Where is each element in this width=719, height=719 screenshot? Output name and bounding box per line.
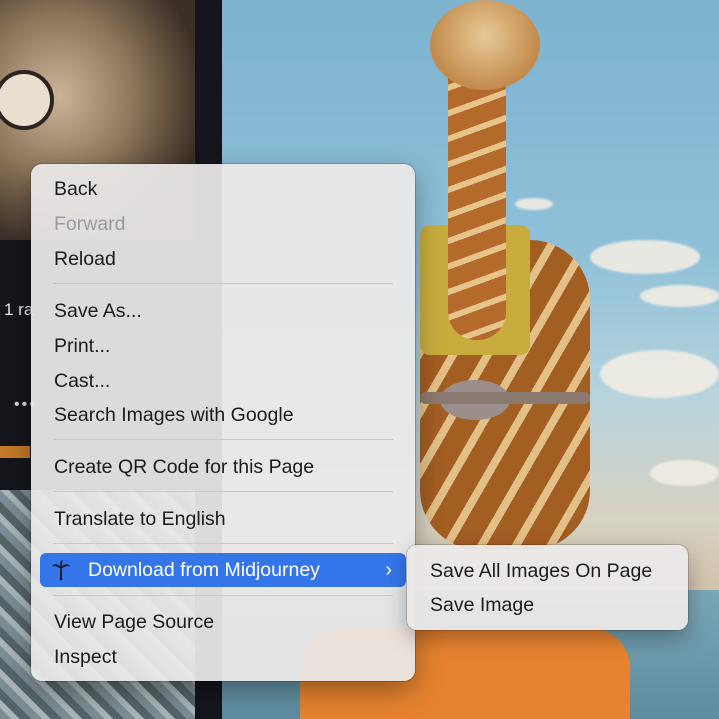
menu-item-back[interactable]: Back: [40, 172, 406, 206]
image-caption: 1 ra: [4, 300, 34, 319]
menu-item-view-source[interactable]: View Page Source: [40, 605, 406, 639]
menu-item-save-as[interactable]: Save As...: [40, 294, 406, 328]
cloud: [600, 350, 719, 398]
cloud: [650, 460, 719, 486]
menu-separator: [53, 595, 393, 596]
car-number-badge: [0, 70, 54, 130]
menu-item-search-images-google[interactable]: Search Images with Google: [40, 398, 406, 432]
download-submenu: Save All Images On Page Save Image: [407, 545, 688, 630]
giraffe-head: [430, 0, 540, 90]
menu-item-forward: Forward: [54, 213, 126, 235]
accent-strip: [0, 446, 30, 458]
submenu-item-save-all-images[interactable]: Save All Images On Page: [416, 554, 679, 588]
palm-tree-icon: [51, 559, 71, 581]
menu-item-download-midjourney[interactable]: Download from Midjourney ›: [40, 553, 406, 587]
menu-item-print[interactable]: Print...: [40, 329, 406, 363]
submenu-item-save-image[interactable]: Save Image: [416, 588, 679, 622]
cloud: [590, 240, 700, 274]
menu-item-translate[interactable]: Translate to English: [40, 502, 406, 536]
cloud: [515, 198, 553, 210]
chevron-right-icon: ›: [385, 559, 392, 581]
menu-item-cast[interactable]: Cast...: [40, 364, 406, 398]
menu-separator: [53, 283, 393, 284]
menu-separator: [53, 439, 393, 440]
menu-separator: [53, 543, 393, 544]
menu-separator: [53, 491, 393, 492]
context-menu: Back Forward Reload Save As... Print... …: [31, 164, 415, 681]
cloud: [640, 285, 719, 307]
menu-item-inspect[interactable]: Inspect: [40, 640, 406, 674]
menu-item-reload[interactable]: Reload: [40, 242, 406, 276]
menu-item-label: Download from Midjourney: [88, 559, 320, 581]
scooter-handlebar: [420, 392, 590, 404]
menu-item-create-qr-code[interactable]: Create QR Code for this Page: [40, 450, 406, 484]
